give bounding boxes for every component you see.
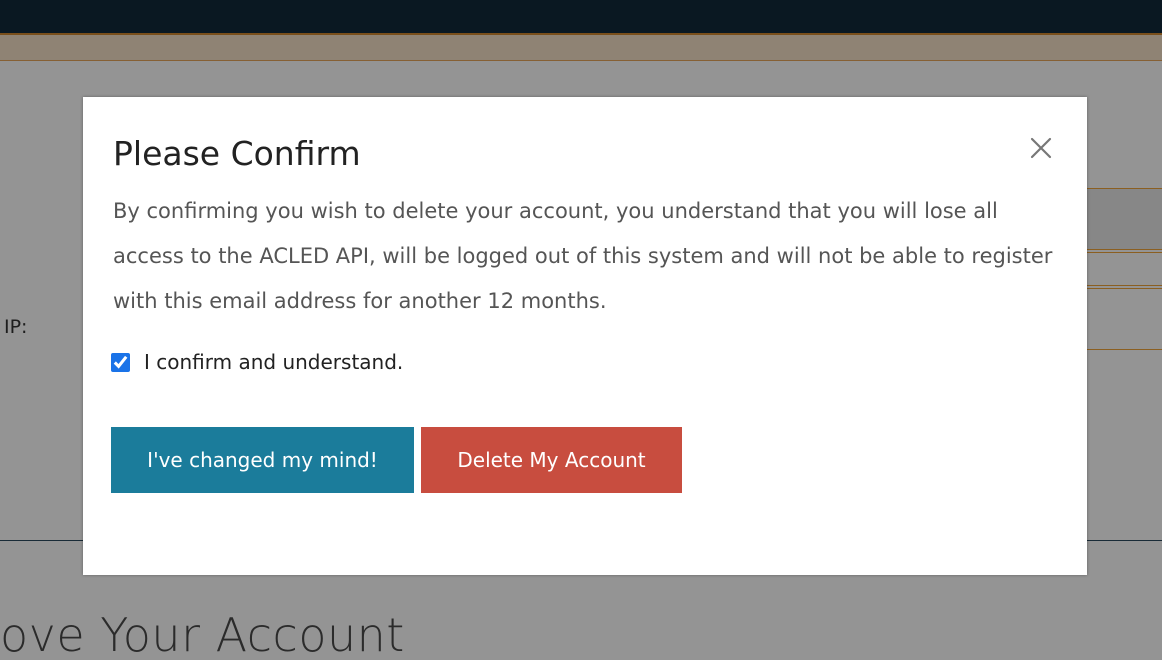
confirm-dialog: Please Confirm By confirming you wish to… [83, 97, 1087, 575]
close-button[interactable] [1021, 125, 1061, 165]
dialog-message: By confirming you wish to delete your ac… [113, 199, 1053, 313]
confirm-checkbox-label: I confirm and understand. [144, 350, 404, 374]
dialog-title: Please Confirm [113, 134, 361, 173]
page: IP: ove Your Account Please Confirm By c… [0, 0, 1162, 660]
confirm-checkbox[interactable] [111, 352, 130, 372]
close-icon [1030, 137, 1052, 159]
cancel-button[interactable]: I've changed my mind! [111, 427, 414, 493]
delete-account-button[interactable]: Delete My Account [421, 427, 682, 493]
confirm-checkbox-row[interactable]: I confirm and understand. [111, 347, 403, 377]
